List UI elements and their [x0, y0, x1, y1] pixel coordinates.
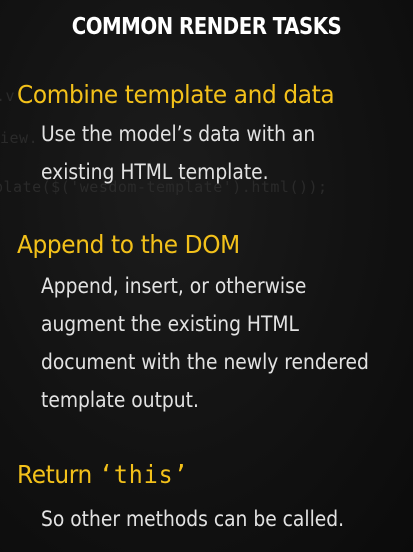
section-body-line: template output.: [41, 388, 199, 412]
slide-title: COMMON RENDER TASKS: [71, 14, 342, 40]
slide: .v iew. plate($('wesdom-template').html(…: [0, 0, 413, 552]
background-code-line: .v: [0, 87, 16, 105]
background-code-line: iew.: [0, 129, 39, 147]
section-heading-code: ‘this’: [98, 460, 189, 489]
section-body-line: Use the model’s data with an: [41, 122, 316, 146]
section-body-line: Append, insert, or otherwise: [41, 274, 307, 298]
section-body-line: document with the newly rendered: [41, 350, 369, 374]
section-heading-prefix: Return: [17, 460, 99, 489]
section-body-append: Append, insert, or otherwise augment the…: [41, 267, 369, 419]
section-heading-append: Append to the DOM: [17, 230, 240, 259]
section-body-line: augment the existing HTML: [41, 312, 299, 336]
section-heading-return: Return ‘this’: [17, 460, 189, 489]
section-body-line: existing HTML template.: [41, 160, 269, 184]
section-body-combine: Use the model’s data with an existing HT…: [41, 115, 315, 191]
section-body-line: So other methods can be called.: [41, 507, 345, 531]
section-body-return: So other methods can be called.: [41, 500, 344, 538]
section-heading-combine: Combine template and data: [17, 80, 335, 109]
